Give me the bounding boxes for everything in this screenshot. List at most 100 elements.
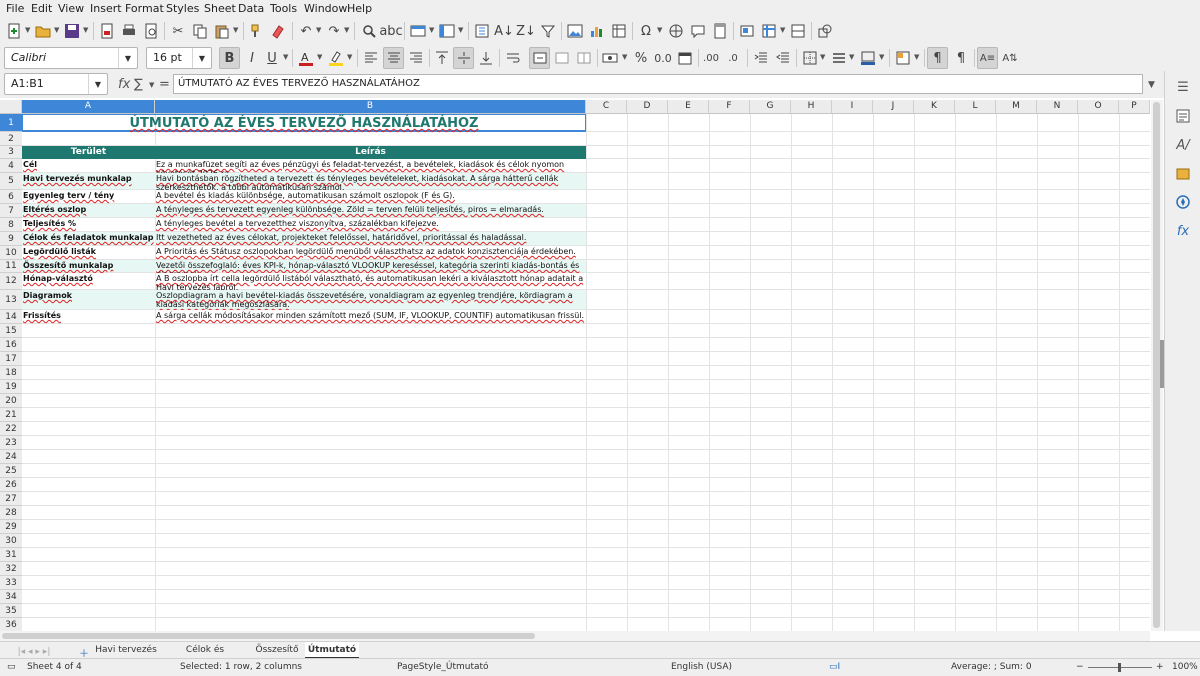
area-cell[interactable]: Havi tervezés munkalap: [22, 173, 155, 190]
column-header-e[interactable]: E: [668, 100, 709, 113]
font-size-combo[interactable]: 16 pt ▼: [146, 47, 212, 69]
row-header-16[interactable]: 16: [0, 338, 22, 352]
description-cell[interactable]: Vezetői összefoglaló: éves KPI-k, hónap-…: [155, 260, 586, 273]
text-vertical-icon[interactable]: A⇅: [1000, 48, 1020, 68]
borders-icon[interactable]: [800, 48, 820, 68]
hyperlink-icon[interactable]: [666, 21, 686, 41]
row-header-36[interactable]: 36: [0, 618, 22, 631]
area-cell[interactable]: Eltérés oszlop: [22, 204, 155, 218]
vertical-scroll-thumb[interactable]: [1153, 102, 1160, 628]
row-header-11[interactable]: 11: [0, 260, 22, 273]
column-header-b[interactable]: B: [155, 100, 586, 113]
chevron-down-icon[interactable]: ▼: [149, 81, 154, 89]
chevron-down-icon[interactable]: ▼: [344, 26, 349, 34]
chevron-down-icon[interactable]: ▼: [317, 53, 322, 61]
row-header-9[interactable]: 9: [0, 232, 22, 246]
area-cell[interactable]: Diagramok: [22, 290, 155, 310]
tab-utmutato[interactable]: Útmutató: [305, 642, 359, 659]
menu-window[interactable]: Window: [304, 2, 347, 15]
percent-format-icon[interactable]: %: [631, 48, 651, 68]
sum-icon[interactable]: ∑: [134, 77, 143, 92]
row-header-3[interactable]: 3: [0, 146, 22, 159]
chevron-down-icon[interactable]: ▼: [914, 53, 919, 61]
menu-insert[interactable]: Insert: [90, 2, 122, 15]
area-cell[interactable]: Hónap-választó: [22, 273, 155, 290]
split-window-icon[interactable]: [788, 21, 808, 41]
text-horizontal-icon[interactable]: A≡: [977, 47, 998, 69]
center-vertically-icon[interactable]: [453, 47, 474, 69]
row-header-33[interactable]: 33: [0, 576, 22, 590]
chevron-down-icon[interactable]: ▼: [820, 53, 825, 61]
undo-icon[interactable]: ↶: [296, 21, 316, 41]
styles-icon[interactable]: A/: [1174, 136, 1192, 154]
column-header-g[interactable]: G: [750, 100, 791, 113]
status-page-style[interactable]: PageStyle_Útmutató: [397, 662, 489, 672]
selection-mode-icon[interactable]: ▭I: [829, 662, 840, 672]
formula-input[interactable]: ÚTMUTATÓ AZ ÉVES TERVEZŐ HASZNÁLATÁHOZ: [173, 74, 1143, 94]
row-header-18[interactable]: 18: [0, 366, 22, 380]
menu-styles[interactable]: Styles: [166, 2, 199, 15]
row-header-29[interactable]: 29: [0, 520, 22, 534]
row-header-32[interactable]: 32: [0, 562, 22, 576]
description-cell[interactable]: Itt vezetheted az éves célokat, projekte…: [155, 232, 586, 246]
row-header-25[interactable]: 25: [0, 464, 22, 478]
column-header-a[interactable]: A: [22, 100, 155, 113]
row-header-1[interactable]: 1: [0, 114, 22, 132]
save-icon[interactable]: [62, 21, 82, 41]
chevron-down-icon[interactable]: ▼: [83, 26, 88, 34]
column-header-m[interactable]: M: [996, 100, 1037, 113]
description-cell[interactable]: A Prioritás és Státusz oszlopokban legör…: [155, 246, 586, 260]
italic-icon[interactable]: I: [242, 48, 262, 68]
chevron-down-icon[interactable]: ▼: [347, 53, 352, 61]
menu-sheet[interactable]: Sheet: [204, 2, 236, 15]
chevron-down-icon[interactable]: ▼: [316, 26, 321, 34]
name-box[interactable]: A1:B1 ▼: [4, 73, 108, 95]
description-cell[interactable]: Ez a munkafüzet segíti az éves pénzügyi …: [155, 159, 586, 173]
row-header-13[interactable]: 13: [0, 290, 22, 310]
column-header-l[interactable]: L: [955, 100, 996, 113]
date-format-icon[interactable]: [675, 48, 695, 68]
row-header-6[interactable]: 6: [0, 190, 22, 204]
sheet-title-cell[interactable]: ÚTMUTATÓ AZ ÉVES TERVEZŐ HASZNÁLATÁHOZ: [22, 114, 586, 132]
horizontal-scrollbar[interactable]: [0, 631, 1150, 641]
description-cell[interactable]: Oszlopdiagram a havi bevétel-kiadás össz…: [155, 290, 586, 310]
row-header-10[interactable]: 10: [0, 246, 22, 260]
merge-center-icon[interactable]: [529, 47, 550, 69]
description-cell[interactable]: A tényleges bevétel a tervezetthez viszo…: [155, 218, 586, 232]
column-header-h[interactable]: H: [791, 100, 832, 113]
headers-footers-icon[interactable]: [710, 21, 730, 41]
column-header-d[interactable]: D: [627, 100, 668, 113]
wrap-text-icon[interactable]: [503, 48, 523, 68]
chevron-down-icon[interactable]: ▼: [25, 26, 30, 34]
chevron-down-icon[interactable]: ▼: [283, 53, 288, 61]
bold-icon[interactable]: B: [219, 47, 240, 69]
functions-icon[interactable]: fx: [1174, 222, 1192, 240]
find-replace-icon[interactable]: [359, 21, 379, 41]
row-header-14[interactable]: 14: [0, 310, 22, 324]
column-header-j[interactable]: J: [873, 100, 914, 113]
pivot-table-icon[interactable]: [609, 21, 629, 41]
status-language[interactable]: English (USA): [671, 662, 732, 672]
tab-osszesito[interactable]: Összesítő: [252, 642, 302, 659]
align-right-icon[interactable]: [406, 48, 426, 68]
sort-ascending-icon[interactable]: A↓: [494, 21, 514, 41]
menu-data[interactable]: Data: [238, 2, 264, 15]
increase-indent-icon[interactable]: [751, 48, 771, 68]
column-header-i[interactable]: I: [832, 100, 873, 113]
zoom-slider-handle[interactable]: [1118, 663, 1121, 672]
row-header-28[interactable]: 28: [0, 506, 22, 520]
row-header-12[interactable]: 12: [0, 273, 22, 290]
right-to-left-icon[interactable]: ¶: [951, 48, 971, 68]
row-header-30[interactable]: 30: [0, 534, 22, 548]
currency-format-icon[interactable]: [601, 48, 621, 68]
print-preview-icon[interactable]: [141, 21, 161, 41]
freeze-rows-columns-icon[interactable]: [759, 21, 779, 41]
redo-icon[interactable]: ↷: [324, 21, 344, 41]
align-left-icon[interactable]: [361, 48, 381, 68]
properties-icon[interactable]: [1174, 107, 1192, 125]
row-header-31[interactable]: 31: [0, 548, 22, 562]
font-color-icon[interactable]: A: [296, 48, 316, 68]
zoom-in-icon[interactable]: +: [1156, 662, 1164, 672]
merge-cells-icon[interactable]: [552, 48, 572, 68]
spreadsheet-grid[interactable]: ÚTMUTATÓ AZ ÉVES TERVEZŐ HASZNÁLATÁHOZ T…: [22, 114, 1150, 631]
